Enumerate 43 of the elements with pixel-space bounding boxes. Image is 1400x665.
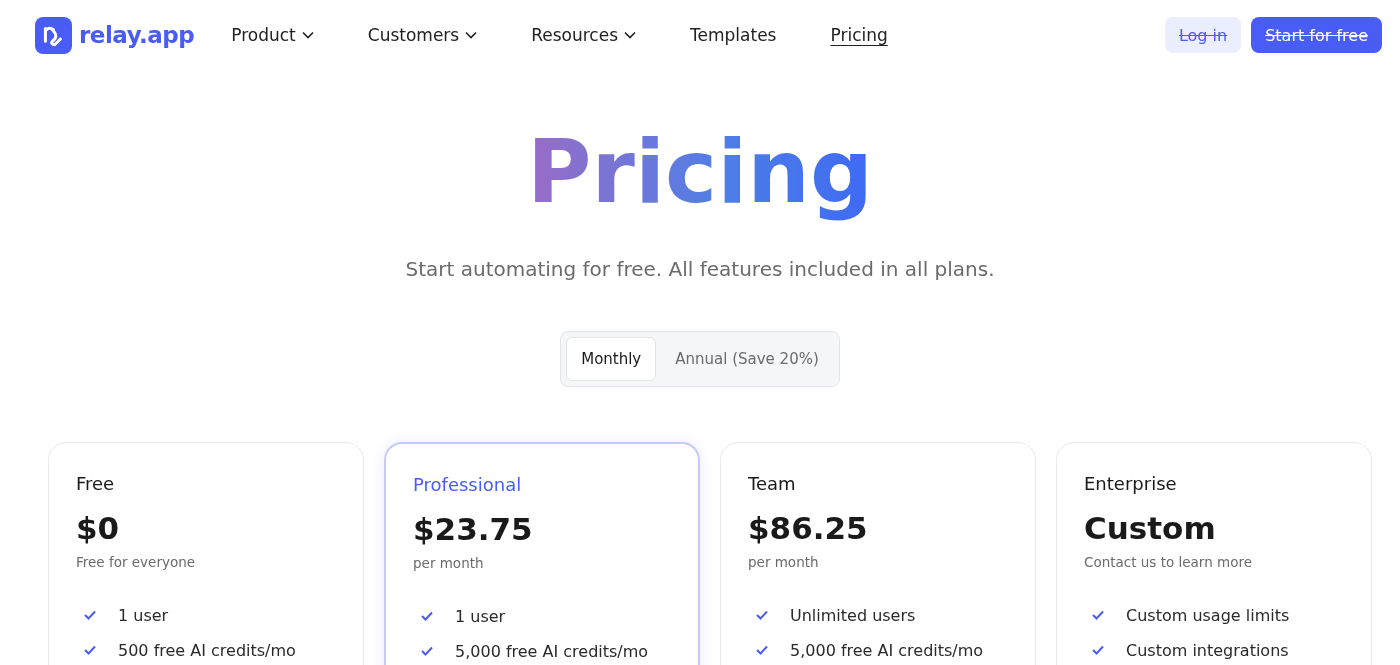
chevron-down-icon (624, 31, 637, 39)
logo-icon (35, 16, 72, 54)
check-icon (756, 610, 768, 621)
plan-name: Team (748, 472, 797, 494)
feature-text: Custom integrations (1126, 640, 1289, 660)
nav-link[interactable]: Pricing (818, 25, 900, 45)
chevron-down-icon (465, 31, 478, 39)
feature-text: 1 user (455, 606, 506, 626)
feature-text: 5,000 free AI credits/mo (455, 641, 649, 661)
nav-link[interactable]: Resources (519, 25, 649, 45)
plan-note: per month (748, 553, 820, 570)
check-icon (84, 610, 96, 621)
plan-note: per month (413, 554, 485, 571)
start-button[interactable]: Start for free (1251, 17, 1382, 53)
feature-text: 500 free AI credits/mo (118, 640, 296, 660)
feature-text: Unlimited users (790, 605, 916, 625)
plan-name: Enterprise (1084, 472, 1178, 494)
plan-note: Free for everyone (76, 553, 197, 570)
plan-price: Custom (1084, 509, 1217, 546)
billing-option[interactable]: Monthly (566, 336, 657, 381)
feature-text: 1 user (118, 605, 169, 625)
plan-price: $23.75 (413, 510, 534, 547)
check-icon (84, 645, 96, 656)
check-icon (421, 611, 433, 622)
plan-price: $0 (76, 509, 121, 546)
check-icon (756, 645, 768, 656)
check-icon (1092, 610, 1104, 621)
feature-text: Custom usage limits (1126, 605, 1290, 625)
login-button[interactable]: Log in (1164, 17, 1242, 53)
plan-name: Free (76, 472, 116, 494)
check-icon (421, 646, 433, 657)
plan-note: Contact us to learn more (1084, 553, 1253, 570)
nav-link[interactable]: Product (219, 25, 326, 45)
subtitle: Start automating for free. All features included in all plans. (404, 256, 996, 281)
plan-price: $86.25 (748, 509, 869, 546)
feature-text: 5,000 free AI credits/mo (790, 640, 984, 660)
nav-link[interactable]: Templates (678, 25, 789, 45)
nav-link[interactable]: Customers (355, 25, 490, 45)
check-icon (1092, 645, 1104, 656)
billing-option[interactable]: Annual (Save 20%) (660, 336, 834, 381)
plan-name: Professional (413, 473, 523, 495)
chevron-down-icon (301, 31, 314, 39)
logo-text[interactable]: relay.app (79, 22, 195, 48)
